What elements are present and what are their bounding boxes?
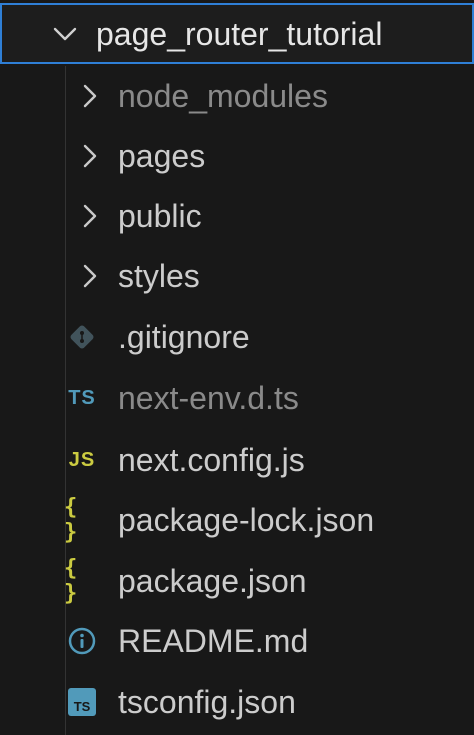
chevron-right-icon[interactable] [72, 79, 106, 113]
file-label: package-lock.json [118, 502, 375, 538]
file-explorer: page_router_tutorial node_modules pages … [0, 0, 474, 735]
tree-item-package-lock[interactable]: { } package-lock.json [0, 490, 474, 550]
tree-item-next-env[interactable]: TS next-env.d.ts [0, 368, 474, 428]
chevron-right-icon[interactable] [72, 199, 106, 233]
folder-label: pages [118, 138, 206, 174]
tree-item-package-json[interactable]: { } package.json [0, 551, 474, 611]
tree-item-tsconfig[interactable]: TS tsconfig.json [0, 672, 474, 732]
folder-label: node_modules [118, 78, 328, 114]
chevron-right-icon[interactable] [72, 139, 106, 173]
typescript-icon: TS [68, 386, 96, 409]
tsconfig-icon: TS [64, 684, 100, 720]
root-folder-label: page_router_tutorial [96, 15, 383, 52]
tree-item-pages[interactable]: pages [0, 126, 474, 186]
json-icon: { } [64, 556, 78, 606]
chevron-right-icon[interactable] [72, 259, 106, 293]
tree-item-next-config[interactable]: JS next.config.js [0, 430, 474, 490]
json-icon: { } [64, 495, 78, 545]
git-icon [64, 319, 100, 355]
folder-label: public [118, 198, 202, 234]
file-label: tsconfig.json [118, 684, 296, 720]
tree-root-folder[interactable]: page_router_tutorial [0, 3, 474, 64]
file-label: next.config.js [118, 442, 305, 478]
file-label: package.json [118, 563, 307, 599]
tree-item-node-modules[interactable]: node_modules [0, 66, 474, 126]
folder-label: styles [118, 258, 200, 294]
tree-item-readme[interactable]: README.md [0, 611, 474, 671]
tree-item-styles[interactable]: styles [0, 246, 474, 306]
tree-item-public[interactable]: public [0, 186, 474, 246]
javascript-icon: JS [68, 448, 96, 471]
tree-item-gitignore[interactable]: .gitignore [0, 307, 474, 367]
file-label: next-env.d.ts [118, 380, 299, 416]
tsconfig-icon-text: TS [74, 699, 91, 714]
file-label: .gitignore [118, 319, 250, 355]
chevron-down-icon[interactable] [48, 17, 82, 51]
info-icon [64, 623, 100, 659]
file-label: README.md [118, 623, 309, 659]
